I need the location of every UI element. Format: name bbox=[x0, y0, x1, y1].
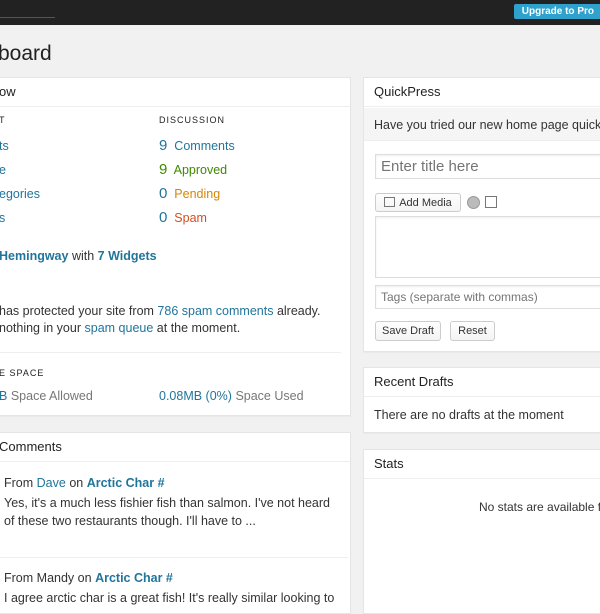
discussion-row-comments[interactable]: 9 Comments bbox=[159, 137, 235, 154]
comment-post-link[interactable]: Arctic Char # bbox=[95, 571, 173, 585]
discussion-header: DISCUSSION bbox=[159, 115, 226, 125]
recent-comments-widget: Comments From Dave on Arctic Char # Yes,… bbox=[0, 432, 351, 614]
upgrade-to-pro-button[interactable]: Upgrade to Pro bbox=[513, 4, 600, 19]
add-media-icon bbox=[384, 197, 396, 207]
save-draft-button[interactable]: Save Draft bbox=[375, 321, 441, 341]
comment-author-link[interactable]: Dave bbox=[37, 476, 66, 490]
content-link-pages[interactable]: e bbox=[0, 163, 6, 177]
theme-with-text: with bbox=[71, 249, 95, 263]
comment-item: From Dave on Arctic Char # bbox=[4, 476, 165, 490]
discussion-row-pending[interactable]: 0 Pending bbox=[159, 185, 220, 202]
spam-comments-link[interactable]: 786 spam comments bbox=[157, 304, 273, 318]
spam-count: 0 bbox=[159, 209, 168, 226]
space-used-label: Space Used bbox=[235, 389, 304, 403]
add-media-button[interactable]: Add Media bbox=[375, 193, 461, 212]
content-link-posts[interactable]: ts bbox=[0, 139, 9, 153]
comment-excerpt-line-1: Yes, it's a much less fishier fish than … bbox=[4, 496, 331, 510]
admin-bar-divider bbox=[0, 17, 55, 18]
comment-from: From bbox=[4, 571, 34, 585]
akismet-line2-suffix: at the moment. bbox=[156, 321, 241, 335]
comment-excerpt-line-1: I agree arctic char is a great fish! It'… bbox=[4, 591, 335, 605]
pending-count: 0 bbox=[159, 185, 168, 202]
widgets-link[interactable]: 7 Widgets bbox=[98, 249, 157, 263]
add-media-label: Add Media bbox=[399, 197, 452, 209]
akismet-line1-suffix: already. bbox=[276, 304, 321, 318]
right-now-widget: ow T DISCUSSION ts e egories s 9 Comment… bbox=[0, 77, 351, 416]
theme-link[interactable]: Hemingway bbox=[0, 249, 68, 263]
comment-on: on bbox=[77, 571, 92, 585]
post-content-textarea[interactable] bbox=[375, 216, 600, 278]
reset-button[interactable]: Reset bbox=[450, 321, 495, 341]
akismet-line-2: nothing in your spam queue at the moment… bbox=[0, 321, 240, 335]
akismet-line-1: has protected your site from 786 spam co… bbox=[0, 304, 320, 318]
right-now-divider bbox=[0, 352, 341, 353]
stats-empty: No stats are available fo bbox=[479, 500, 600, 514]
quickpress-notice: Have you tried our new home page quick bbox=[364, 108, 600, 141]
pending-label: Pending bbox=[174, 187, 221, 201]
comments-label: Comments bbox=[174, 139, 235, 153]
content-link-categories[interactable]: egories bbox=[0, 187, 40, 201]
admin-bar: Upgrade to Pro bbox=[0, 0, 600, 25]
quickpress-notice-text: Have you tried our new home page quick bbox=[374, 118, 600, 132]
theme-line: Hemingway with 7 Widgets bbox=[0, 249, 157, 263]
comments-count: 9 bbox=[159, 137, 168, 154]
storage-space-header: E SPACE bbox=[0, 368, 45, 378]
comment-from: From bbox=[4, 476, 34, 490]
recent-comments-title[interactable]: Comments bbox=[0, 433, 350, 462]
comment-divider bbox=[0, 557, 348, 558]
space-allowed-value[interactable]: B bbox=[0, 389, 7, 403]
spam-queue-link[interactable]: spam queue bbox=[85, 321, 154, 335]
comment-author: Mandy bbox=[36, 571, 75, 585]
add-form-icon[interactable] bbox=[485, 196, 497, 208]
comment-on: on bbox=[69, 476, 84, 490]
content-link-tags[interactable]: s bbox=[0, 211, 5, 225]
tags-input[interactable] bbox=[375, 285, 600, 309]
approved-label: Approved bbox=[173, 163, 228, 177]
comment-post-link[interactable]: Arctic Char # bbox=[87, 476, 165, 490]
content-header: T bbox=[0, 115, 6, 125]
discussion-row-approved[interactable]: 9 Approved bbox=[159, 161, 227, 178]
add-poll-icon[interactable] bbox=[467, 196, 480, 209]
recent-drafts-widget: Recent Drafts There are no drafts at the… bbox=[363, 367, 600, 433]
recent-drafts-title[interactable]: Recent Drafts bbox=[364, 368, 600, 397]
space-used-value[interactable]: 0.08MB (0%) bbox=[159, 389, 232, 403]
approved-count: 9 bbox=[159, 161, 168, 178]
quickpress-widget: QuickPress Have you tried our new home p… bbox=[363, 77, 600, 352]
space-used: 0.08MB (0%) Space Used bbox=[159, 389, 304, 403]
quickpress-title[interactable]: QuickPress bbox=[364, 78, 600, 107]
stats-title[interactable]: Stats bbox=[364, 450, 600, 479]
comment-excerpt-line-2: of these two restaurants though. I'll ha… bbox=[4, 514, 256, 528]
page-title: board bbox=[0, 42, 52, 65]
stats-widget: Stats No stats are available fo bbox=[363, 449, 600, 614]
discussion-row-spam[interactable]: 0 Spam bbox=[159, 209, 207, 226]
spam-label: Spam bbox=[174, 211, 207, 225]
recent-drafts-empty: There are no drafts at the moment bbox=[374, 408, 564, 422]
akismet-line1-prefix: has protected your site from bbox=[0, 304, 154, 318]
comment-item: From Mandy on Arctic Char # bbox=[4, 571, 173, 585]
akismet-line2-prefix: nothing in your bbox=[0, 321, 82, 335]
post-title-input[interactable] bbox=[375, 154, 600, 179]
space-allowed: B Space Allowed bbox=[0, 389, 93, 403]
space-allowed-label: Space Allowed bbox=[10, 389, 93, 403]
right-now-title[interactable]: ow bbox=[0, 78, 350, 107]
